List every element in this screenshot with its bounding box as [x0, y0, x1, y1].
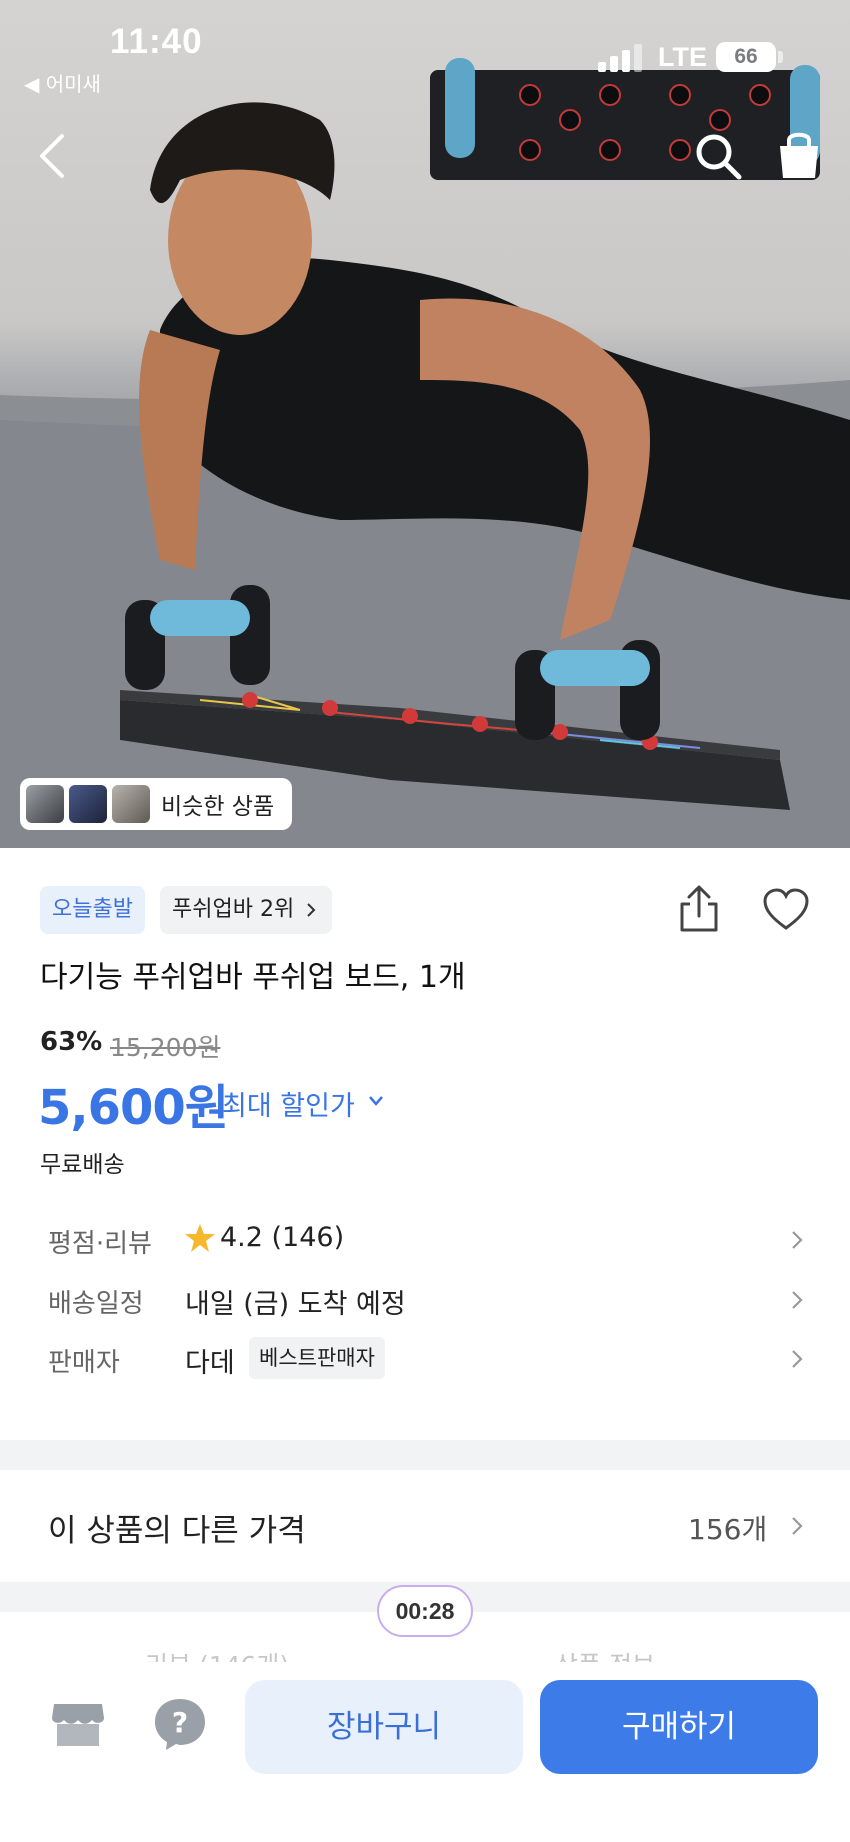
signal-icon	[598, 44, 642, 72]
chevron-right-icon[interactable]	[790, 1229, 804, 1251]
back-to-app-link[interactable]: ◀ 어미새	[24, 68, 101, 97]
best-seller-badge: 베스트판매자	[249, 1337, 385, 1379]
chevron-down-icon[interactable]	[368, 1094, 384, 1108]
back-arrow-icon[interactable]	[32, 130, 72, 182]
heart-icon[interactable]	[762, 888, 810, 932]
max-discount-toggle[interactable]: 최대 할인가	[222, 1084, 355, 1123]
battery-tip	[778, 51, 783, 63]
cart-icon[interactable]	[774, 128, 824, 182]
buy-now-button[interactable]: 구매하기	[540, 1680, 818, 1774]
similar-thumb-2	[69, 785, 107, 823]
pushup-model-photo	[0, 58, 850, 848]
search-icon[interactable]	[692, 130, 744, 182]
similar-thumb-1	[26, 785, 64, 823]
sale-price: 5,600원	[38, 1080, 229, 1136]
shipping-info: 무료배송	[40, 1152, 125, 1178]
similar-products-button[interactable]: 비슷한 상품	[20, 778, 292, 830]
discount-rate: 63%	[40, 1027, 103, 1057]
delivery-label: 배송일정	[48, 1289, 144, 1319]
clock: 11:40	[110, 22, 203, 61]
original-price: 15,200원	[110, 1033, 221, 1062]
similar-products-label: 비슷한 상품	[161, 794, 275, 820]
chevron-right-icon[interactable]	[790, 1348, 804, 1370]
battery-icon: 66	[716, 42, 776, 72]
other-prices-label: 이 상품의 다른 가격	[48, 1513, 306, 1549]
star-icon	[185, 1224, 215, 1252]
rating-value[interactable]: 4.2 (146)	[220, 1222, 344, 1253]
seller-label: 판매자	[48, 1348, 120, 1378]
today-shipping-badge: 오늘출발	[40, 886, 145, 934]
product-hero-image[interactable]: 11:40 ◀ 어미새 LTE 66 비슷한 상품	[0, 0, 850, 848]
other-prices-count: 156개	[688, 1513, 768, 1546]
network-type: LTE	[658, 42, 707, 72]
svg-text:?: ?	[172, 1706, 188, 1739]
status-bar: 11:40 ◀ 어미새 LTE 66	[0, 0, 850, 110]
delivery-value[interactable]: 내일 (금) 도착 예정	[185, 1282, 406, 1321]
share-icon[interactable]	[676, 884, 722, 934]
add-to-cart-button[interactable]: 장바구니	[245, 1680, 523, 1774]
category-rank-link[interactable]: 푸쉬업바 2위	[160, 886, 333, 934]
chevron-right-icon[interactable]	[790, 1289, 804, 1311]
seller-name[interactable]: 다데	[185, 1341, 235, 1380]
chevron-right-icon[interactable]	[790, 1515, 804, 1537]
store-icon[interactable]	[50, 1698, 106, 1750]
section-divider	[0, 1440, 850, 1470]
chevron-right-icon	[307, 903, 316, 917]
category-rank-label: 푸쉬업바 2위	[172, 897, 295, 922]
reward-timer[interactable]: 00:28	[377, 1585, 473, 1637]
similar-thumb-3	[112, 785, 150, 823]
product-title: 다기능 푸쉬업바 푸쉬업 보드, 1개	[40, 960, 466, 995]
help-icon[interactable]: ?	[152, 1696, 208, 1752]
rating-label: 평점·리뷰	[48, 1229, 152, 1259]
